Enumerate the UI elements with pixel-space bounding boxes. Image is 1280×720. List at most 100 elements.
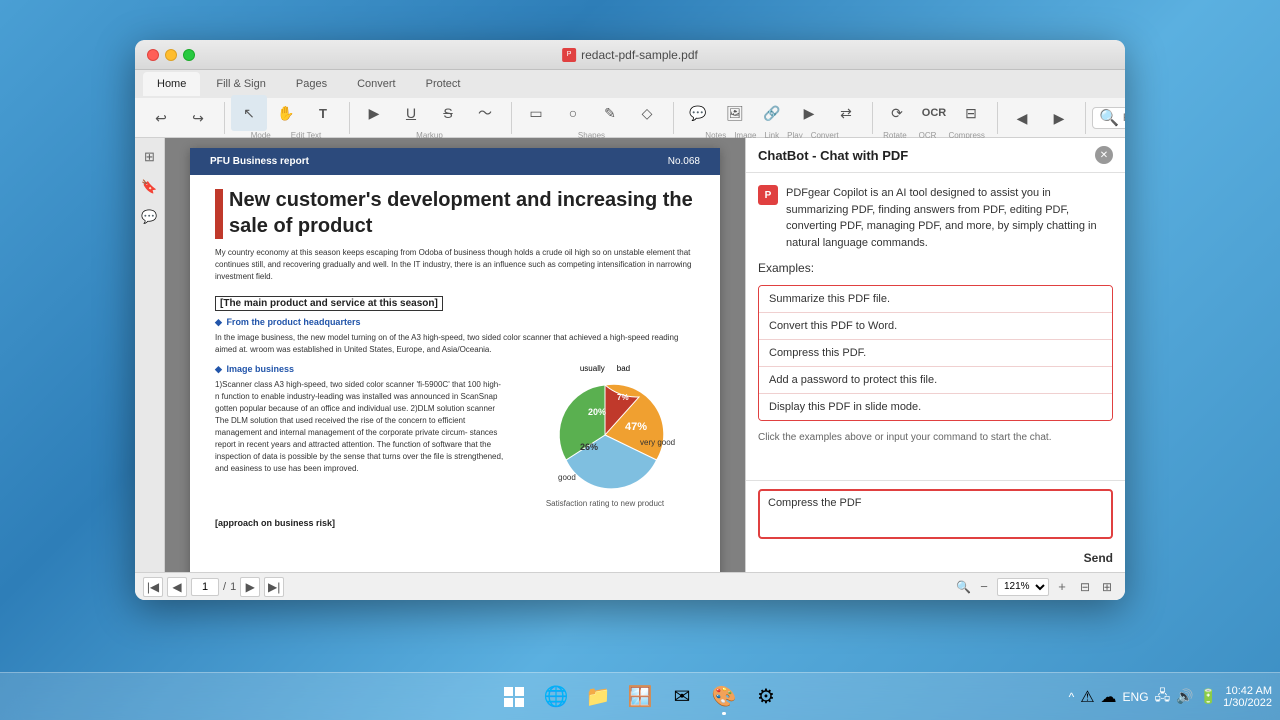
toolbar: ↩ ↪ ↖ ✋ T	[135, 98, 1125, 138]
prev-page-btn[interactable]: ◀	[1004, 100, 1040, 136]
chatbot-panel: ChatBot - Chat with PDF ✕ P PDFgear Copi…	[745, 138, 1125, 600]
main-area: ⊞ 🔖 💬 PFU Business report No.068 New cus…	[135, 138, 1125, 600]
zoom-select[interactable]: 121%	[997, 578, 1049, 596]
svg-text:7%: 7%	[617, 393, 629, 402]
hand-tool[interactable]: ✋	[268, 95, 304, 131]
underline-tool[interactable]: U	[393, 95, 429, 131]
markup-group: ▶ U S 〜 Markup	[356, 102, 512, 134]
single-page-view[interactable]: ⊟	[1075, 577, 1095, 597]
shapes-group: ▭ ○ ✎ ◇ Shapes	[518, 102, 674, 134]
tab-pages[interactable]: Pages	[282, 72, 341, 96]
example-btn-slidemode[interactable]: Display this PDF in slide mode.	[759, 394, 1112, 420]
last-page-button[interactable]: ▶|	[264, 577, 284, 597]
pen-tool[interactable]: ✎	[592, 95, 628, 131]
search-input[interactable]	[1123, 112, 1125, 124]
taskbar-mail-button[interactable]: ✉	[662, 677, 702, 717]
image-tool[interactable]: 🖼	[717, 95, 753, 131]
svg-text:20%: 20%	[588, 407, 606, 417]
title-bar: P redact-pdf-sample.pdf	[135, 40, 1125, 70]
bookmark-icon[interactable]: 🔖	[139, 176, 161, 198]
compress-tool[interactable]: ⊟	[953, 95, 989, 131]
section1-title: [The main product and service at this se…	[215, 296, 443, 311]
thumbnail-icon[interactable]: ⊞	[139, 146, 161, 168]
zoom-out-button[interactable]: −	[975, 578, 993, 596]
two-page-view[interactable]: ⊞	[1097, 577, 1117, 597]
chatbot-close-button[interactable]: ✕	[1095, 146, 1113, 164]
tab-home[interactable]: Home	[143, 72, 200, 96]
from-hq-label: ◆ From the product headquarters	[215, 317, 695, 328]
highlight-tool[interactable]: ▶	[356, 95, 392, 131]
eraser-tool[interactable]: ◇	[629, 95, 665, 131]
tray-chevron[interactable]: ^	[1069, 690, 1075, 704]
language-indicator[interactable]: ENG	[1123, 690, 1149, 704]
tab-fill-sign[interactable]: Fill & Sign	[202, 72, 280, 96]
tray-warning-icon: ⚠	[1080, 687, 1094, 707]
windows-logo-button[interactable]	[494, 677, 534, 717]
tab-protect[interactable]: Protect	[412, 72, 475, 96]
chatbot-intro-text: PDFgear Copilot is an AI tool designed t…	[786, 185, 1113, 251]
example-btn-password[interactable]: Add a password to protect this file.	[759, 367, 1112, 394]
examples-label: Examples:	[758, 261, 1113, 275]
rotate-tool[interactable]: ⟳	[879, 95, 915, 131]
pdf-page: PFU Business report No.068 New customer'…	[190, 148, 720, 600]
link-tool[interactable]: 🔗	[754, 95, 790, 131]
page-number-input[interactable]	[191, 578, 219, 596]
ellipse-tool[interactable]: ○	[555, 95, 591, 131]
convert-tool[interactable]: ⇄	[828, 95, 864, 131]
traffic-lights	[147, 49, 195, 61]
example-buttons-container: Summarize this PDF file. Convert this PD…	[758, 285, 1113, 421]
taskbar-explorer-button[interactable]: 📁	[578, 677, 618, 717]
image-business-body: 1)Scanner class A3 high-speed, two sided…	[215, 379, 505, 475]
svg-text:26%: 26%	[580, 442, 598, 452]
example-btn-summarize[interactable]: Summarize this PDF file.	[759, 286, 1112, 313]
chatbot-title: ChatBot - Chat with PDF	[758, 148, 908, 163]
page-nav-group: ◀ ▶	[1004, 102, 1086, 134]
taskbar-paint-button[interactable]: 🎨	[704, 677, 744, 717]
chat-input-box: Compress the PDF	[758, 489, 1113, 539]
image-business-row: ◆ Image business 1)Scanner class A3 high…	[215, 364, 695, 508]
play-tool[interactable]: ▶	[791, 95, 827, 131]
battery-icon: 🔋	[1200, 688, 1217, 705]
pie-chart: 47% 26% 20% 7% very good good	[530, 375, 680, 495]
prev-page-button-bottom[interactable]: ◀	[167, 577, 187, 597]
send-button[interactable]: Send	[1084, 551, 1113, 565]
zoom-in-button[interactable]: +	[1053, 578, 1071, 596]
sidebar-icons: ⊞ 🔖 💬	[135, 138, 165, 600]
close-button[interactable]	[147, 49, 159, 61]
chatbot-header: ChatBot - Chat with PDF ✕	[746, 138, 1125, 173]
ocr-tool[interactable]: OCR	[916, 95, 952, 131]
rect-tool[interactable]: ▭	[518, 95, 554, 131]
search-zoom-icon: 🔍	[956, 580, 971, 594]
example-btn-convert[interactable]: Convert this PDF to Word.	[759, 313, 1112, 340]
squiggle-tool[interactable]: 〜	[467, 95, 503, 131]
strikethrough-tool[interactable]: S	[430, 95, 466, 131]
taskbar-settings-button[interactable]: ⚙	[746, 677, 786, 717]
next-page-btn[interactable]: ▶	[1041, 100, 1077, 136]
undo-button[interactable]: ↩	[143, 100, 179, 136]
comment-icon[interactable]: 💬	[139, 206, 161, 228]
taskbar-start: 🌐 📁 🪟 ✉ 🎨 ⚙	[494, 677, 786, 717]
edit-text-tool[interactable]: T	[305, 95, 341, 131]
sticky-note-tool[interactable]: 💬	[680, 95, 716, 131]
cursor-tool[interactable]: ↖	[231, 95, 267, 131]
pdf-icon: P	[562, 48, 576, 62]
tab-convert[interactable]: Convert	[343, 72, 410, 96]
next-page-button-bottom[interactable]: ▶	[240, 577, 260, 597]
chat-input-text: Compress the PDF	[768, 497, 862, 509]
minimize-button[interactable]	[165, 49, 177, 61]
taskbar-clock[interactable]: 10:42 AM 1/30/2022	[1223, 685, 1272, 709]
from-hq-text: In the image business, the new model tur…	[215, 332, 695, 356]
zoom-area: 🔍 − 121% + ⊟ ⊞	[956, 577, 1117, 597]
example-btn-compress[interactable]: Compress this PDF.	[759, 340, 1112, 367]
maximize-button[interactable]	[183, 49, 195, 61]
pdf-title: New customer's development and increasin…	[215, 187, 695, 239]
taskbar-store-button[interactable]: 🪟	[620, 677, 660, 717]
red-accent-bar	[215, 189, 223, 239]
redo-button[interactable]: ↪	[180, 100, 216, 136]
insert-group: 💬 🖼 🔗 ▶ ⇄ Notes Image Link Play Convert	[680, 102, 873, 134]
first-page-button[interactable]: |◀	[143, 577, 163, 597]
taskbar-edge-button[interactable]: 🌐	[536, 677, 576, 717]
search-box[interactable]: 🔍 ▾	[1092, 107, 1125, 129]
page-separator: /	[223, 581, 226, 593]
volume-icon: 🔊	[1176, 688, 1193, 705]
